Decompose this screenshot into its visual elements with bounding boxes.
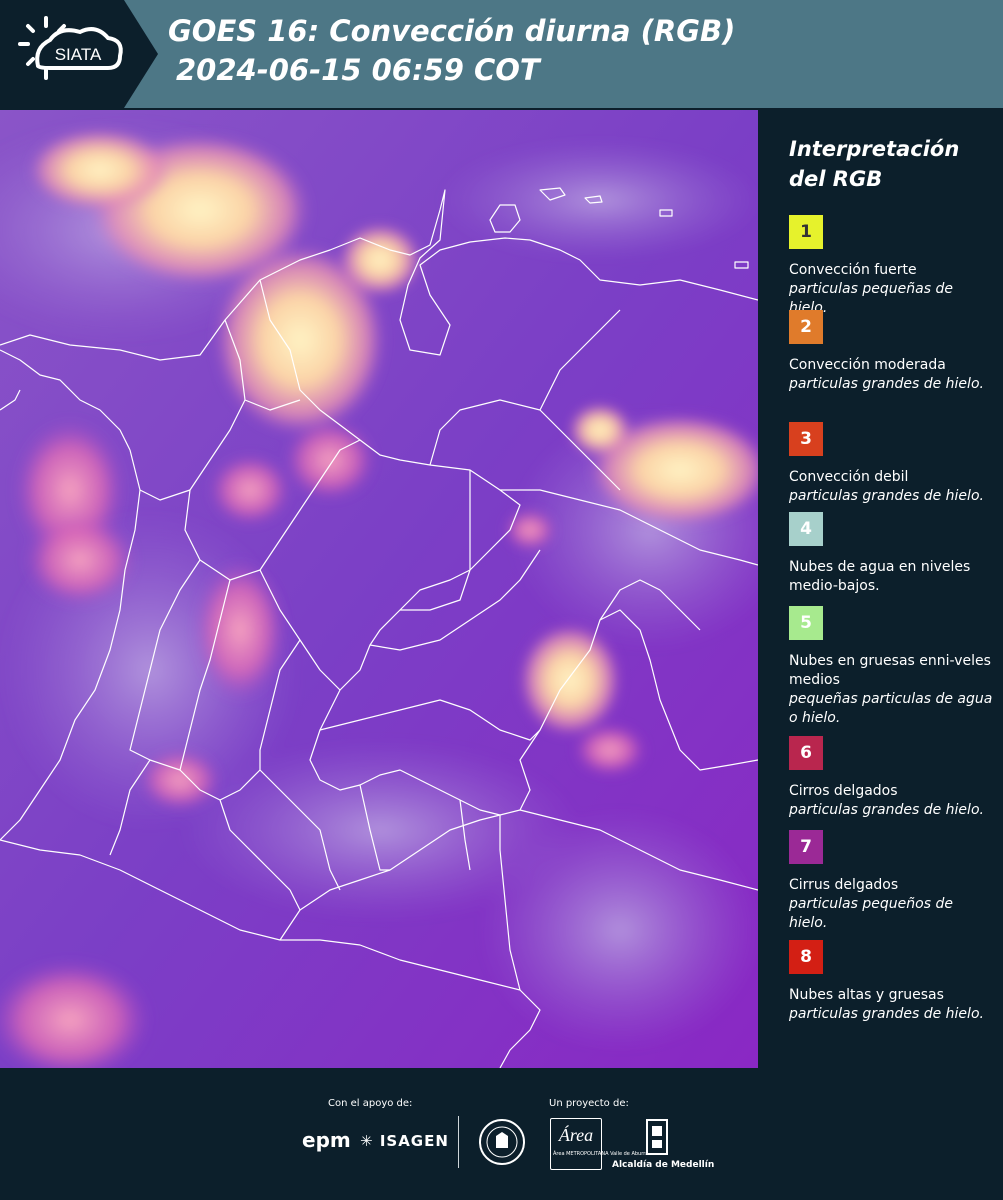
- project-label: Un proyecto de:: [549, 1098, 629, 1109]
- legend-text-2: Convección moderada particulas grandes d…: [789, 356, 994, 394]
- legend-item-3: 3 Convección debil particulas grandes de…: [789, 422, 994, 506]
- legend-label-3: Convección debil: [789, 469, 909, 485]
- isagen-logo-text: ISAGEN: [379, 1132, 449, 1150]
- page-title: GOES 16: Convección diurna (RGB): [168, 14, 736, 48]
- legend-item-7: 7 Cirrus delgados particulas pequeños de…: [789, 830, 994, 933]
- satellite-map: [0, 110, 758, 1068]
- area-logo-text: Área METROPOLITANA Valle de Aburrá: [553, 1151, 649, 1157]
- legend-label-4: Nubes de agua en niveles medio-bajos.: [789, 559, 971, 594]
- legend-text-5: Nubes en gruesas enni-veles medios peque…: [789, 652, 994, 728]
- legend-title: Interpretación del RGB: [789, 137, 960, 191]
- legend-sub-5: pequeñas particulas de agua o hielo.: [789, 691, 993, 726]
- svg-text:Área: Área: [558, 1124, 593, 1145]
- legend-text-7: Cirrus delgados particulas pequeños de h…: [789, 876, 994, 933]
- legend-sub-7: particulas pequeños de hielo.: [789, 896, 953, 931]
- legend-panel: Interpretación del RGB 1 Convección fuer…: [760, 110, 1003, 1068]
- area-logo-mark-icon: Área: [558, 1124, 593, 1145]
- legend-label-5: Nubes en gruesas enni-veles medios: [789, 653, 991, 688]
- legend-sub-6: particulas grandes de hielo.: [789, 802, 984, 818]
- footer-divider: [458, 1116, 459, 1168]
- isagen-mark-icon: ✳: [360, 1132, 374, 1150]
- legend-swatch-6: 6: [789, 736, 823, 770]
- legend-swatch-4: 4: [789, 512, 823, 546]
- timestamp-title: 2024-06-15 06:59 COT: [176, 53, 540, 87]
- legend-item-6: 6 Cirros delgados particulas grandes de …: [789, 736, 994, 820]
- legend-label-7: Cirrus delgados: [789, 877, 899, 893]
- footer-bar: Con el apoyo de: Un proyecto de: epm ✳ I…: [0, 1068, 1003, 1200]
- isagen-logo: ✳ ISAGEN: [360, 1132, 449, 1150]
- legend-swatch-2: 2: [789, 310, 823, 344]
- legend-item-5: 5 Nubes en gruesas enni-veles medios peq…: [789, 606, 994, 728]
- logo-panel: SIATA: [0, 0, 158, 108]
- legend-item-1: 1 Convección fuerte particulas pequeñas …: [789, 215, 994, 318]
- alcaldia-logo-text: Alcaldía de Medellín: [612, 1160, 715, 1170]
- legend-label-8: Nubes altas y gruesas: [789, 987, 944, 1003]
- legend-text-4: Nubes de agua en niveles medio-bajos.: [789, 558, 994, 596]
- legend-swatch-5: 5: [789, 606, 823, 640]
- legend-item-2: 2 Convección moderada particulas grandes…: [789, 310, 994, 394]
- legend-sub-2: particulas grandes de hielo.: [789, 376, 984, 392]
- legend-label-2: Convección moderada: [789, 357, 946, 373]
- siata-logo: SIATA: [18, 16, 123, 80]
- legend-text-3: Convección debil particulas grandes de h…: [789, 468, 994, 506]
- legend-item-8: 8 Nubes altas y gruesas particulas grand…: [789, 940, 994, 1024]
- medellin-seal-logo: [479, 1119, 525, 1165]
- area-metropolitana-logo: Área Área METROPOLITANA Valle de Aburrá: [550, 1118, 648, 1170]
- legend-swatch-1: 1: [789, 215, 823, 249]
- legend-item-4: 4 Nubes de agua en niveles medio-bajos.: [789, 512, 994, 596]
- legend-swatch-7: 7: [789, 830, 823, 864]
- legend-swatch-8: 8: [789, 940, 823, 974]
- logo-text: SIATA: [55, 45, 102, 64]
- legend-sub-8: particulas grandes de hielo.: [789, 1006, 984, 1022]
- epm-logo: epm: [302, 1128, 351, 1152]
- header-bar: SIATA GOES 16: Convección diurna (RGB) 2…: [0, 0, 1003, 108]
- legend-swatch-3: 3: [789, 422, 823, 456]
- legend-text-6: Cirros delgados particulas grandes de hi…: [789, 782, 994, 820]
- alcaldia-shield-icon: [646, 1119, 668, 1155]
- support-label: Con el apoyo de:: [328, 1098, 413, 1109]
- legend-label-1: Convección fuerte: [789, 262, 917, 278]
- legend-label-6: Cirros delgados: [789, 783, 898, 799]
- legend-sub-3: particulas grandes de hielo.: [789, 488, 984, 504]
- legend-text-8: Nubes altas y gruesas particulas grandes…: [789, 986, 994, 1024]
